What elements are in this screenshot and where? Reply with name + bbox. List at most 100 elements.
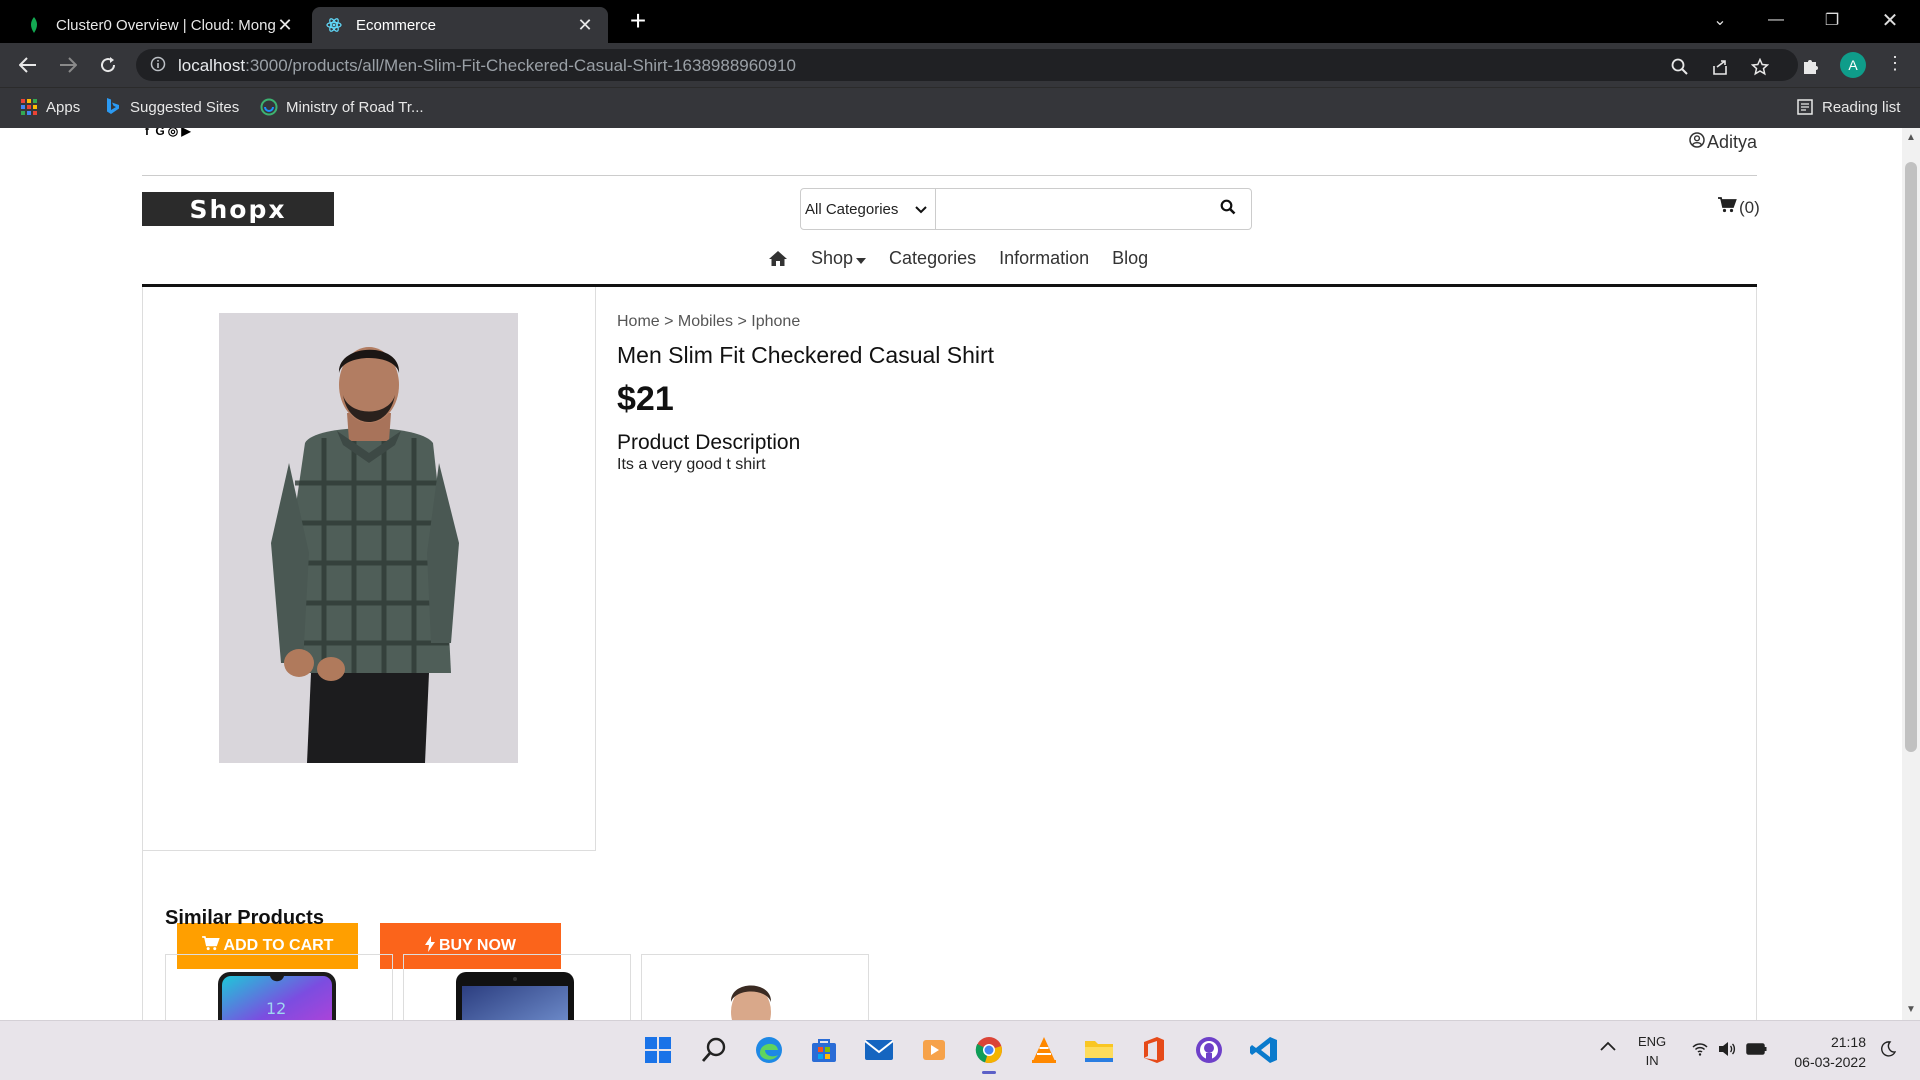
edge-browser-icon[interactable]	[754, 1035, 784, 1065]
back-arrow-icon[interactable]	[14, 51, 42, 79]
similar-product-card[interactable]: 12	[165, 954, 393, 1020]
main-nav: Shop Categories Information Blog	[768, 248, 1171, 269]
search-icon	[1220, 199, 1236, 220]
close-window-button[interactable]: ✕	[1862, 0, 1918, 40]
mail-icon[interactable]	[864, 1035, 894, 1065]
search-input[interactable]	[936, 189, 1205, 229]
chevron-down-icon	[915, 201, 927, 218]
media-player-icon[interactable]	[919, 1035, 949, 1065]
language-indicator[interactable]: ENG IN	[1638, 1032, 1666, 1070]
search-bar: All Categories	[800, 188, 1252, 230]
menu-kebab-icon[interactable]: ⋮	[1886, 53, 1904, 74]
cart-button[interactable]: (0)	[1718, 197, 1760, 218]
top-bar: f G ◎ ▶ Aditya	[142, 128, 1757, 176]
bookmark-star-icon[interactable]	[1750, 57, 1770, 77]
google-plus-icon[interactable]: G	[155, 128, 165, 138]
tab-ecommerce[interactable]: Ecommerce ✕	[312, 7, 608, 43]
extensions-puzzle-icon[interactable]	[1800, 55, 1822, 77]
nav-categories[interactable]: Categories	[889, 248, 976, 269]
language-code: ENG	[1638, 1034, 1667, 1049]
system-clock[interactable]: 21:18 06-03-2022	[1784, 1032, 1866, 1072]
cart-icon	[1718, 197, 1737, 218]
react-atom-icon	[326, 17, 342, 33]
home-icon[interactable]	[768, 250, 788, 267]
clock-time: 21:18	[1830, 1034, 1866, 1050]
wifi-icon[interactable]	[1692, 1042, 1708, 1059]
site-info-icon[interactable]	[150, 56, 166, 77]
tab-title: Ecommerce	[356, 16, 437, 34]
tab-strip: Cluster0 Overview | Cloud: Mong ✕ Ecomme…	[0, 0, 1920, 43]
product-panel: ADD TO CART BUY NOW	[142, 287, 1757, 1020]
social-links: f G ◎ ▶	[142, 128, 191, 138]
scroll-down-icon[interactable]: ▼	[1906, 1004, 1916, 1015]
site-logo[interactable]: Shopx	[142, 192, 334, 226]
user-circle-icon	[1689, 132, 1705, 153]
windows-taskbar: ENG IN 21:18 06-03-2022	[0, 1020, 1920, 1080]
cart-count: (0)	[1739, 197, 1760, 217]
reading-list-button[interactable]: Reading list	[1796, 98, 1900, 116]
bookmark-label: Apps	[46, 98, 81, 116]
vlc-icon[interactable]	[1029, 1035, 1059, 1065]
breadcrumb[interactable]: Home > Mobiles > Iphone	[617, 313, 800, 331]
chrome-icon[interactable]	[974, 1035, 1004, 1074]
tab-mongodb[interactable]: Cluster0 Overview | Cloud: Mong ✕	[12, 7, 308, 43]
zoom-icon[interactable]	[1670, 57, 1690, 77]
bookmark-label: Ministry of Road Tr...	[286, 98, 424, 116]
add-to-cart-label: ADD TO CART	[223, 937, 334, 954]
youtube-icon[interactable]: ▶	[181, 128, 191, 138]
category-selected: All Categories	[805, 200, 899, 218]
instagram-icon[interactable]: ◎	[168, 128, 178, 138]
facebook-icon[interactable]: f	[142, 128, 152, 138]
bookmark-ministry[interactable]: Ministry of Road Tr...	[260, 98, 424, 116]
reading-list-icon	[1796, 98, 1814, 116]
search-button[interactable]	[1205, 189, 1251, 229]
tab-search-icon[interactable]: ⌄	[1692, 0, 1748, 40]
page-scrollbar[interactable]: ▲ ▼	[1902, 128, 1920, 1020]
address-bar[interactable]: localhost:3000/products/all/Men-Slim-Fit…	[136, 49, 1798, 81]
profile-avatar[interactable]: A	[1840, 52, 1866, 78]
person-image	[694, 972, 812, 1020]
share-icon[interactable]	[1710, 57, 1730, 77]
scroll-up-icon[interactable]: ▲	[1906, 132, 1916, 143]
github-desktop-icon[interactable]	[1194, 1035, 1224, 1065]
search-icon[interactable]	[699, 1035, 729, 1065]
user-account[interactable]: Aditya	[1689, 132, 1757, 153]
product-price: $21	[617, 380, 674, 418]
nav-information[interactable]: Information	[999, 248, 1089, 269]
bookmark-suggested-sites[interactable]: Suggested Sites	[104, 98, 239, 116]
similar-products-heading: Similar Products	[165, 907, 324, 929]
nav-shop[interactable]: Shop	[811, 248, 867, 269]
reload-icon[interactable]	[94, 51, 122, 79]
notification-moon-icon[interactable]	[1880, 1041, 1897, 1060]
scrollbar-thumb[interactable]	[1905, 162, 1917, 752]
close-tab-icon[interactable]: ✕	[276, 15, 294, 36]
microsoft-store-icon[interactable]	[809, 1035, 839, 1065]
minimize-button[interactable]: —	[1748, 0, 1804, 40]
nav-blog[interactable]: Blog	[1112, 248, 1148, 269]
phone-image	[456, 972, 574, 1020]
product-description: Its a very good t shirt	[617, 456, 766, 473]
tab-title: Cluster0 Overview | Cloud: Mong	[56, 16, 276, 34]
cart-icon	[201, 936, 220, 956]
close-tab-icon[interactable]: ✕	[576, 15, 594, 36]
caret-down-icon	[856, 248, 867, 269]
office-icon[interactable]	[1139, 1035, 1169, 1065]
windows-start-icon[interactable]	[643, 1035, 673, 1065]
bookmark-apps[interactable]: Apps	[20, 98, 80, 116]
new-tab-button[interactable]: +	[624, 7, 652, 36]
battery-icon[interactable]	[1746, 1042, 1768, 1059]
vscode-icon[interactable]	[1249, 1035, 1279, 1065]
bookmark-label: Suggested Sites	[130, 98, 240, 116]
similar-product-card[interactable]	[403, 954, 631, 1020]
phone-screen-text: 12	[266, 999, 286, 1018]
product-image	[219, 313, 518, 763]
show-hidden-icons-icon[interactable]	[1600, 1039, 1616, 1054]
forward-arrow-icon[interactable]	[54, 51, 82, 79]
clock-date: 06-03-2022	[1794, 1054, 1866, 1070]
similar-product-card[interactable]	[641, 954, 869, 1020]
category-select[interactable]: All Categories	[801, 189, 936, 229]
volume-icon[interactable]	[1718, 1041, 1736, 1060]
file-explorer-icon[interactable]	[1084, 1035, 1114, 1065]
nav-shop-label: Shop	[811, 248, 854, 268]
restore-button[interactable]: ❐	[1804, 0, 1860, 40]
